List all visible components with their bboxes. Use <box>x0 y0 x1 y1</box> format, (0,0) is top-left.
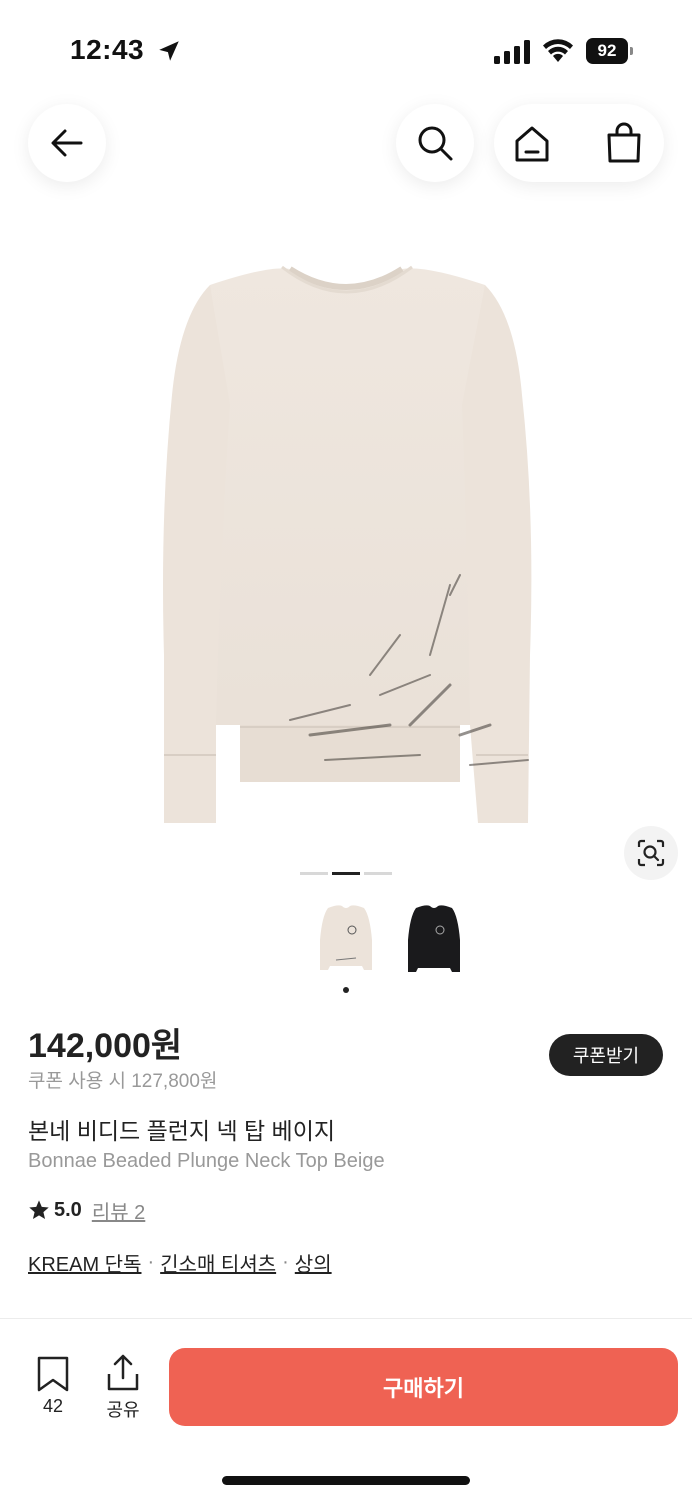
star-icon <box>29 1200 49 1219</box>
status-bar: 12:43 92 <box>0 0 692 100</box>
coupon-price: 쿠폰 사용 시 127,800원 <box>28 1071 218 1092</box>
save-button[interactable]: 42 <box>28 1356 78 1426</box>
category-separator: · <box>147 1251 155 1273</box>
battery-tip <box>630 47 633 55</box>
category-link-exclusive[interactable]: KREAM 단독 <box>28 1248 141 1277</box>
coupon-button[interactable]: 쿠폰받기 <box>549 1034 663 1076</box>
image-pager <box>300 872 394 876</box>
thumbnail-black[interactable] <box>404 900 464 978</box>
category-breadcrumb: KREAM 단독 · 긴소매 티셔츠 · 상의 <box>28 1248 332 1277</box>
thumbnail-selected-dot <box>343 987 349 993</box>
product-name-ko: 본네 비디드 플런지 넥 탑 베이지 <box>28 1118 336 1144</box>
product-price: 142,000원 <box>28 1027 183 1065</box>
image-search-button[interactable] <box>624 826 678 880</box>
rating-score: 5.0 <box>54 1198 82 1221</box>
nav-pill <box>494 104 664 182</box>
buy-button[interactable]: 구매하기 <box>169 1348 678 1426</box>
back-arrow-icon <box>51 129 83 157</box>
cellular-signal-icon <box>494 40 530 64</box>
bottom-action-bar: 42 공유 구매하기 <box>0 1332 692 1442</box>
divider <box>0 1318 692 1319</box>
back-button[interactable] <box>28 104 106 182</box>
rating-row: 5.0 리뷰 2 <box>28 1196 145 1224</box>
home-indicator <box>222 1476 470 1485</box>
thumbnail-beige[interactable] <box>316 900 376 978</box>
battery-level: 92 <box>586 38 628 64</box>
pager-segment <box>364 872 392 875</box>
pager-segment <box>300 872 328 875</box>
home-icon[interactable] <box>512 124 552 164</box>
category-separator: · <box>282 1251 289 1273</box>
save-count: 42 <box>42 1396 64 1416</box>
review-link[interactable]: 리뷰 2 <box>92 1196 145 1225</box>
status-time: 12:43 <box>70 34 145 65</box>
pager-segment-active <box>332 872 360 875</box>
location-arrow-icon <box>159 41 179 61</box>
search-button[interactable] <box>396 104 474 182</box>
category-link-tops[interactable]: 상의 <box>295 1248 332 1277</box>
share-button[interactable]: 공유 <box>98 1354 148 1426</box>
category-link-longsleeve[interactable]: 긴소매 티셔츠 <box>160 1248 276 1277</box>
product-name-en: Bonnae Beaded Plunge Neck Top Beige <box>28 1150 385 1172</box>
bookmark-icon <box>37 1356 69 1392</box>
battery-indicator: 92 <box>586 38 634 64</box>
wifi-icon <box>543 39 573 62</box>
share-icon <box>107 1354 139 1391</box>
search-icon <box>418 126 453 161</box>
shopping-bag-icon[interactable] <box>604 122 644 164</box>
lens-search-icon <box>637 839 665 867</box>
share-label: 공유 <box>106 1400 140 1420</box>
product-image[interactable] <box>150 255 542 835</box>
